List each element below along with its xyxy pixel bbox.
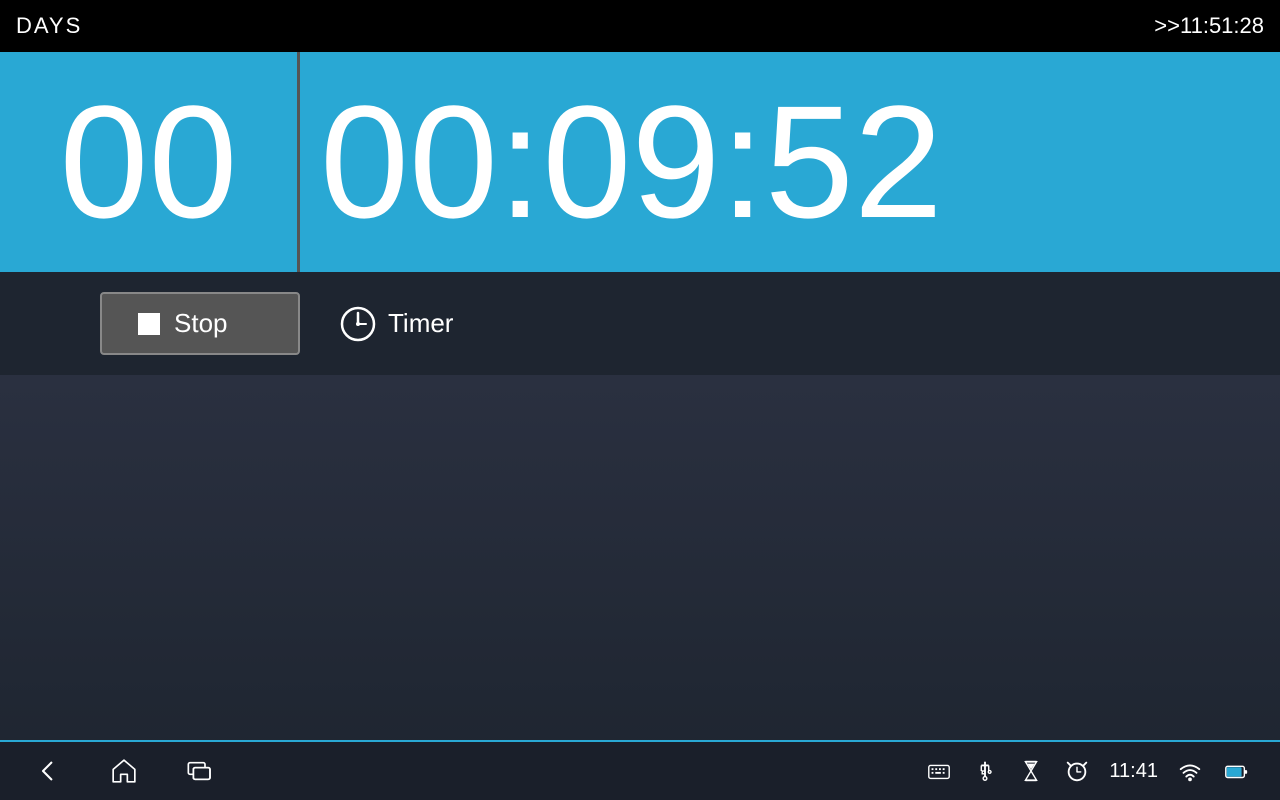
stop-button[interactable]: Stop (100, 292, 300, 355)
days-label: DAYS (16, 13, 82, 39)
nav-bar: 11:41 (0, 740, 1280, 800)
status-bar: DAYS >>11:51:28 (0, 0, 1280, 52)
nav-clock: 11:41 (1109, 760, 1158, 783)
stop-label: Stop (174, 308, 228, 339)
timer-label: Timer (388, 308, 453, 339)
timer-link[interactable]: Timer (340, 306, 453, 342)
days-value: 00 (60, 82, 238, 242)
hourglass-icon (1017, 757, 1045, 785)
battery-icon (1222, 757, 1250, 785)
nav-right: 11:41 (925, 757, 1250, 785)
controls-area: Stop Timer (0, 272, 1280, 375)
time-value: 00:09:52 (320, 82, 943, 242)
time-value-container: 00:09:52 (300, 82, 1280, 242)
timer-display: 00 00:09:52 (0, 52, 1280, 272)
stop-icon (138, 313, 160, 335)
usb-icon (971, 757, 999, 785)
wifi-icon (1176, 757, 1204, 785)
back-button[interactable] (30, 753, 66, 789)
main-content (0, 375, 1280, 773)
days-value-container: 00 (0, 52, 300, 272)
home-button[interactable] (106, 753, 142, 789)
timer-icon (340, 306, 376, 342)
alarm-icon (1063, 757, 1091, 785)
nav-left (30, 753, 218, 789)
current-time: >>11:51:28 (1154, 13, 1264, 39)
recents-button[interactable] (182, 753, 218, 789)
keyboard-icon (925, 757, 953, 785)
